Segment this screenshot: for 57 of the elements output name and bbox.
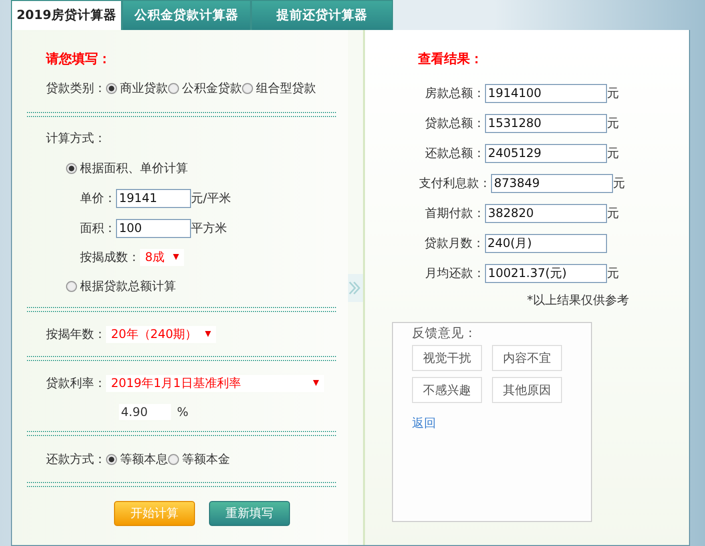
feedback-option[interactable]: 视觉干扰 xyxy=(412,345,482,371)
input-field[interactable]: 19141 xyxy=(116,188,191,208)
back-link[interactable]: 返回 xyxy=(412,415,436,432)
unit-label: 元 xyxy=(613,174,625,192)
dropdown[interactable]: 20年（240期） xyxy=(106,326,216,342)
unit-label: 元 xyxy=(607,204,619,222)
radio-option[interactable]: 等额本金 xyxy=(168,450,230,468)
section-heading: 请您填写： xyxy=(46,51,112,69)
unit-label: 元 xyxy=(607,264,619,282)
unit-label: % xyxy=(177,405,188,419)
field-label: 贷款利率： xyxy=(46,374,106,392)
result-field: 1914100 xyxy=(485,84,607,102)
feedback-option[interactable]: 其他原因 xyxy=(492,377,562,403)
unit-label: 元 xyxy=(607,144,619,162)
result-field: 240(月) xyxy=(484,234,606,252)
radio-option[interactable]: 组合型贷款 xyxy=(242,80,316,96)
feedback-title: 反馈意见： xyxy=(412,325,478,342)
result-label: 贷款总额： xyxy=(425,114,485,132)
result-label: 支付利息款： xyxy=(419,174,491,192)
input-field[interactable]: 100 xyxy=(116,218,191,238)
dropdown[interactable]: 2019年1月1日基准利率 xyxy=(106,374,324,392)
rate-field[interactable]: 4.90 xyxy=(119,404,171,420)
tab[interactable]: 2019房贷计算器 xyxy=(11,0,122,30)
field-label: 还款方式： xyxy=(46,450,106,468)
section-heading: 查看结果： xyxy=(418,51,484,69)
unit-label: 元/平米 xyxy=(191,190,232,206)
tab[interactable]: 提前还贷计算器 xyxy=(251,0,393,30)
unit-label: 平方米 xyxy=(191,220,227,236)
unit-label: 元 xyxy=(607,84,619,102)
result-field: 873849 xyxy=(491,174,613,192)
result-label: 月均还款： xyxy=(425,264,485,282)
tab[interactable]: 公积金贷款计算器 xyxy=(122,0,251,30)
result-label: 还款总额： xyxy=(425,144,485,162)
field-label: 贷款类别： xyxy=(46,80,106,96)
result-field: 1531280 xyxy=(485,114,607,132)
chevron-icon xyxy=(348,274,363,302)
feedback-option[interactable]: 不感兴趣 xyxy=(412,377,482,403)
field-label: 面积： xyxy=(80,220,116,236)
feedback-option[interactable]: 内容不宜 xyxy=(492,345,562,371)
radio-option[interactable]: 等额本息 xyxy=(106,450,168,468)
field-label: 计算方式： xyxy=(46,130,106,146)
result-label: 贷款月数： xyxy=(424,234,484,252)
result-label: 房款总额： xyxy=(425,84,485,102)
field-label: 按揭年数： xyxy=(46,326,106,342)
field-label: 按揭成数： xyxy=(80,248,140,266)
radio-option[interactable]: 公积金贷款 xyxy=(168,80,242,96)
result-label: 首期付款： xyxy=(425,204,485,222)
result-field: 10021.37(元) xyxy=(485,264,607,282)
unit-label: 元 xyxy=(607,114,619,132)
result-field: 2405129 xyxy=(485,144,607,162)
note-text: *以上结果仅供参考 xyxy=(526,292,630,309)
radio-option[interactable]: 根据贷款总额计算 xyxy=(66,278,176,294)
result-field: 382820 xyxy=(485,204,607,222)
field-label: 单价： xyxy=(80,190,116,206)
radio-option[interactable]: 商业贷款 xyxy=(106,80,168,96)
radio-option[interactable]: 根据面积、单价计算 xyxy=(66,160,188,176)
dropdown[interactable]: 8成 xyxy=(140,248,184,266)
